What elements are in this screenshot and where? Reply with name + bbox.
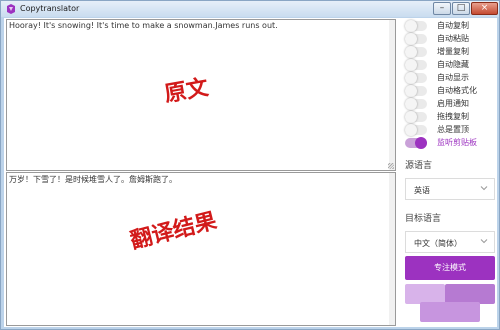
target-scrollbar[interactable] xyxy=(389,173,395,325)
toggle-switch[interactable] xyxy=(405,72,427,84)
option-enable-notify[interactable]: 启用通知 xyxy=(405,98,495,110)
source-resize-grip-icon[interactable] xyxy=(388,163,394,169)
option-auto-format[interactable]: 自动格式化 xyxy=(405,85,495,97)
toggle-knob xyxy=(405,98,417,110)
source-language-select[interactable]: 英语 xyxy=(405,178,495,200)
focus-mode-button[interactable]: 专注模式 xyxy=(405,256,495,280)
option-auto-show[interactable]: 自动显示 xyxy=(405,72,495,84)
option-incremental-copy[interactable]: 增量复制 xyxy=(405,46,495,58)
source-language-label: 源语言 xyxy=(405,161,433,171)
client-area: Hooray! It's snowing! It's time to make … xyxy=(4,18,497,327)
option-label: 自动粘贴 xyxy=(437,34,469,43)
chevron-down-icon xyxy=(480,239,488,244)
option-drag-copy[interactable]: 拖拽复制 xyxy=(405,111,495,123)
toggle-switch[interactable] xyxy=(405,111,427,123)
toggle-switch[interactable] xyxy=(405,137,427,149)
close-button[interactable]: × xyxy=(471,2,498,15)
toggle-switch[interactable] xyxy=(405,98,427,110)
option-label: 监听剪贴板 xyxy=(437,138,477,147)
target-language-value: 中文（简体） xyxy=(414,239,462,248)
target-text-area[interactable]: 万岁！下雪了！是时候堆雪人了。詹姆斯跑了。 xyxy=(6,172,396,326)
option-auto-hide[interactable]: 自动隐藏 xyxy=(405,59,495,71)
source-text: Hooray! It's snowing! It's time to make … xyxy=(9,21,278,30)
chevron-down-icon xyxy=(480,186,488,191)
option-label: 启用通知 xyxy=(437,99,469,108)
toggle-knob xyxy=(405,85,417,97)
toggle-switch[interactable] xyxy=(405,33,427,45)
window-title: Copytranslator xyxy=(20,4,80,13)
target-text: 万岁！下雪了！是时候堆雪人了。詹姆斯跑了。 xyxy=(9,175,177,184)
app-logo-icon xyxy=(7,4,15,14)
toggle-knob xyxy=(405,59,417,71)
source-language-value: 英语 xyxy=(414,186,430,195)
toggle-knob xyxy=(405,111,417,123)
option-label: 增量复制 xyxy=(437,47,469,56)
toggle-knob xyxy=(405,72,417,84)
watermark-graphic xyxy=(405,284,495,324)
option-auto-copy[interactable]: 自动复制 xyxy=(405,20,495,32)
toggle-knob xyxy=(405,46,417,58)
toggle-switch[interactable] xyxy=(405,59,427,71)
title-bar[interactable]: Copytranslator – □ × xyxy=(1,1,499,17)
option-auto-paste[interactable]: 自动粘贴 xyxy=(405,33,495,45)
maximize-button[interactable]: □ xyxy=(452,2,470,15)
toggle-knob xyxy=(405,20,417,32)
toggle-knob xyxy=(405,33,417,45)
settings-sidebar: 自动复制 自动粘贴 增量复制 自动隐藏 自动显示 自动格式化 启用通知 拖拽复制… xyxy=(399,18,497,327)
option-label: 总是置顶 xyxy=(437,125,469,134)
option-label: 自动显示 xyxy=(437,73,469,82)
option-always-on-top[interactable]: 总是置顶 xyxy=(405,124,495,136)
target-language-label: 目标语言 xyxy=(405,214,442,224)
toggle-switch[interactable] xyxy=(405,20,427,32)
app-window: Copytranslator – □ × Hooray! It's snowin… xyxy=(0,0,500,330)
toggle-knob xyxy=(415,137,427,149)
toggle-knob xyxy=(405,124,417,136)
toggle-switch[interactable] xyxy=(405,46,427,58)
toggle-switch[interactable] xyxy=(405,124,427,136)
source-scrollbar[interactable] xyxy=(389,20,395,170)
option-label: 自动格式化 xyxy=(437,86,477,95)
minimize-button[interactable]: – xyxy=(433,2,451,15)
target-language-select[interactable]: 中文（简体） xyxy=(405,231,495,253)
option-label: 自动复制 xyxy=(437,21,469,30)
toggle-switch[interactable] xyxy=(405,85,427,97)
option-label: 自动隐藏 xyxy=(437,60,469,69)
option-label: 拖拽复制 xyxy=(437,112,469,121)
option-listen-clipboard[interactable]: 监听剪贴板 xyxy=(405,137,495,149)
